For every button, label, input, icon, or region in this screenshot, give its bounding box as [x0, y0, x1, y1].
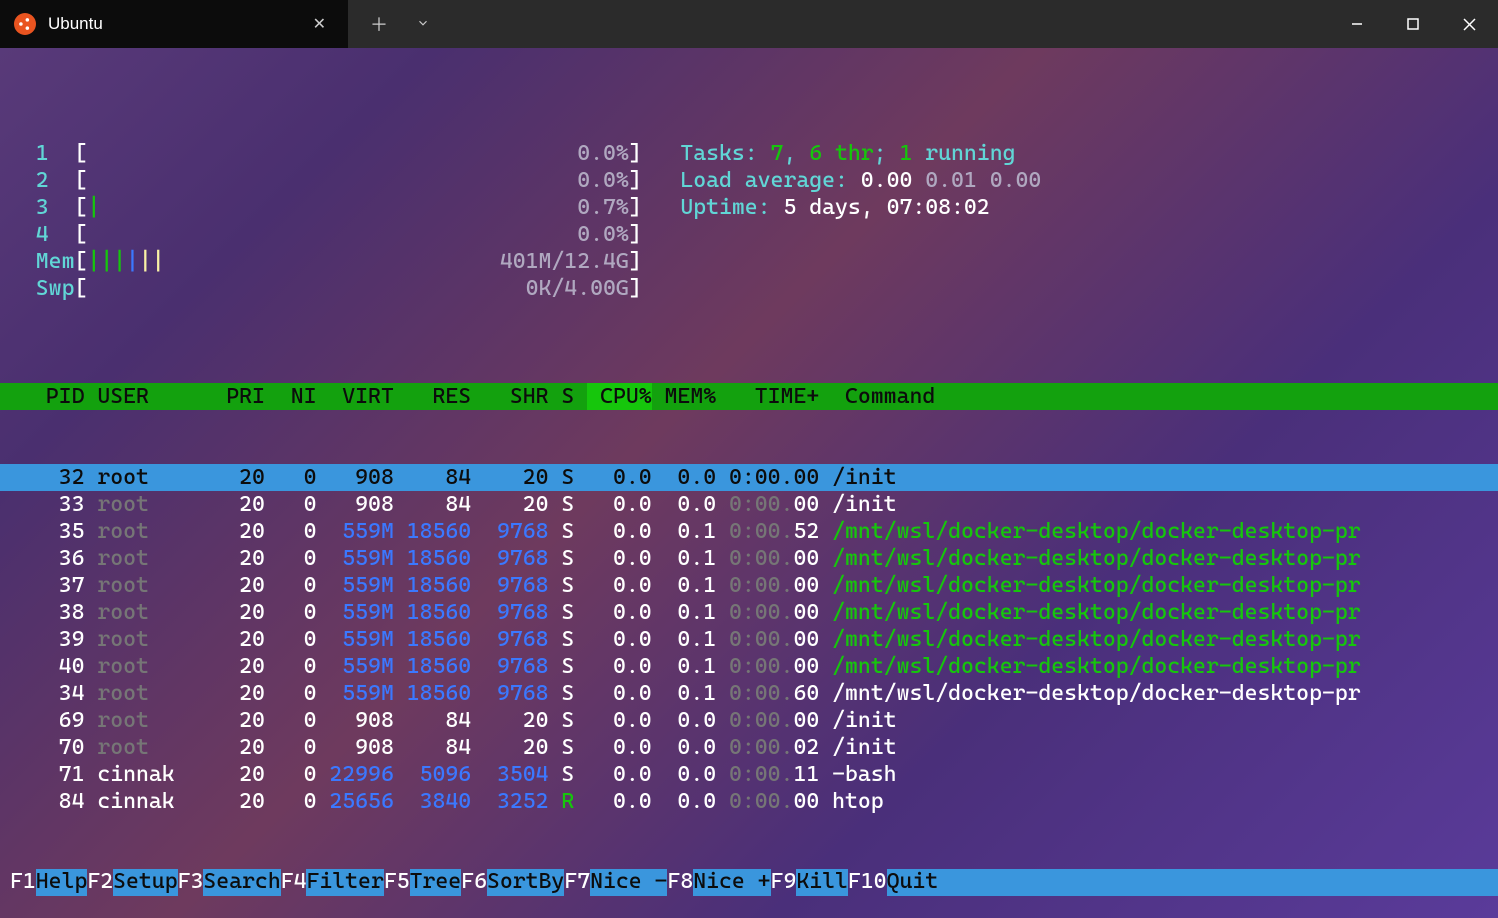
- fnlabel-F5[interactable]: Tree: [410, 869, 462, 896]
- fnlabel-F3[interactable]: Search: [203, 869, 280, 896]
- process-row[interactable]: 69 root 20 0 908 84 20 S 0.0 0.0 0:00.00…: [0, 707, 1498, 734]
- fnlabel-F6[interactable]: SortBy: [487, 869, 564, 896]
- process-row[interactable]: 35 root 20 0 559M 18560 9768 S 0.0 0.1 0…: [0, 518, 1498, 545]
- process-row[interactable]: 38 root 20 0 559M 18560 9768 S 0.0 0.1 0…: [0, 599, 1498, 626]
- cpu-meter-1: 1 [ 0.0%] Tasks: 7, 6 thr; 1 running: [0, 140, 1498, 167]
- fnlabel-F9[interactable]: Kill: [796, 869, 848, 896]
- process-row[interactable]: 32 root 20 0 908 84 20 S 0.0 0.0 0:00.00…: [0, 464, 1498, 491]
- process-row[interactable]: 39 root 20 0 559M 18560 9768 S 0.0 0.1 0…: [0, 626, 1498, 653]
- fnkey-F9: F9: [771, 869, 797, 896]
- maximize-button[interactable]: [1385, 0, 1441, 48]
- fnkey-F5: F5: [384, 869, 410, 896]
- process-row[interactable]: 34 root 20 0 559M 18560 9768 S 0.0 0.1 0…: [0, 680, 1498, 707]
- fnlabel-F7[interactable]: Nice -: [590, 869, 667, 896]
- cpu-meter-2: 2 [ 0.0%] Load average: 0.00 0.01 0.00: [0, 167, 1498, 194]
- minimize-button[interactable]: [1329, 0, 1385, 48]
- cpu-meter-3: 3 [| 0.7%] Uptime: 5 days, 07:08:02: [0, 194, 1498, 221]
- fnlabel-F8[interactable]: Nice +: [693, 869, 770, 896]
- fnkey-F8: F8: [667, 869, 693, 896]
- fnkey-F10: F10: [848, 869, 887, 896]
- cpu-meter-4: 4 [ 0.0%]: [0, 221, 1498, 248]
- tab-title: Ubuntu: [48, 14, 293, 34]
- process-row[interactable]: 70 root 20 0 908 84 20 S 0.0 0.0 0:00.02…: [0, 734, 1498, 761]
- fnkey-F7: F7: [564, 869, 590, 896]
- close-window-button[interactable]: [1441, 0, 1498, 48]
- fnkey-F4: F4: [281, 869, 307, 896]
- process-row[interactable]: 36 root 20 0 559M 18560 9768 S 0.0 0.1 0…: [0, 545, 1498, 572]
- process-header[interactable]: PID USER PRI NI VIRT RES SHR S CPU% MEM%…: [0, 383, 1498, 410]
- fnkey-F1: F1: [10, 869, 36, 896]
- process-row[interactable]: 33 root 20 0 908 84 20 S 0.0 0.0 0:00.00…: [0, 491, 1498, 518]
- fnkey-F3: F3: [178, 869, 204, 896]
- process-row[interactable]: 84 cinnak 20 0 25656 3840 3252 R 0.0 0.0…: [0, 788, 1498, 815]
- fnlabel-F2[interactable]: Setup: [113, 869, 177, 896]
- ubuntu-icon: [14, 13, 36, 35]
- process-row[interactable]: 37 root 20 0 559M 18560 9768 S 0.0 0.1 0…: [0, 572, 1498, 599]
- memory-meter: Mem[|||||| 401M/12.4G]: [0, 248, 1498, 275]
- new-tab-button[interactable]: ＋: [358, 3, 400, 45]
- process-row[interactable]: 71 cinnak 20 0 22996 5096 3504 S 0.0 0.0…: [0, 761, 1498, 788]
- fnlabel-F1[interactable]: Help: [36, 869, 88, 896]
- titlebar: Ubuntu ✕ ＋: [0, 0, 1498, 48]
- tab-ubuntu[interactable]: Ubuntu ✕: [0, 0, 348, 48]
- tab-dropdown-button[interactable]: [404, 6, 442, 43]
- terminal-output[interactable]: 1 [ 0.0%] Tasks: 7, 6 thr; 1 running 2 […: [0, 48, 1498, 842]
- process-row[interactable]: 40 root 20 0 559M 18560 9768 S 0.0 0.1 0…: [0, 653, 1498, 680]
- swap-meter: Swp[ 0K/4.00G]: [0, 275, 1498, 302]
- tab-close-button[interactable]: ✕: [305, 10, 334, 38]
- fnlabel-F4[interactable]: Filter: [306, 869, 383, 896]
- function-key-bar: F1Help F2Setup F3SearchF4FilterF5Tree F6…: [0, 869, 1498, 896]
- fnkey-F6: F6: [461, 869, 487, 896]
- fnkey-F2: F2: [87, 869, 113, 896]
- fnlabel-F10[interactable]: Quit: [887, 869, 939, 896]
